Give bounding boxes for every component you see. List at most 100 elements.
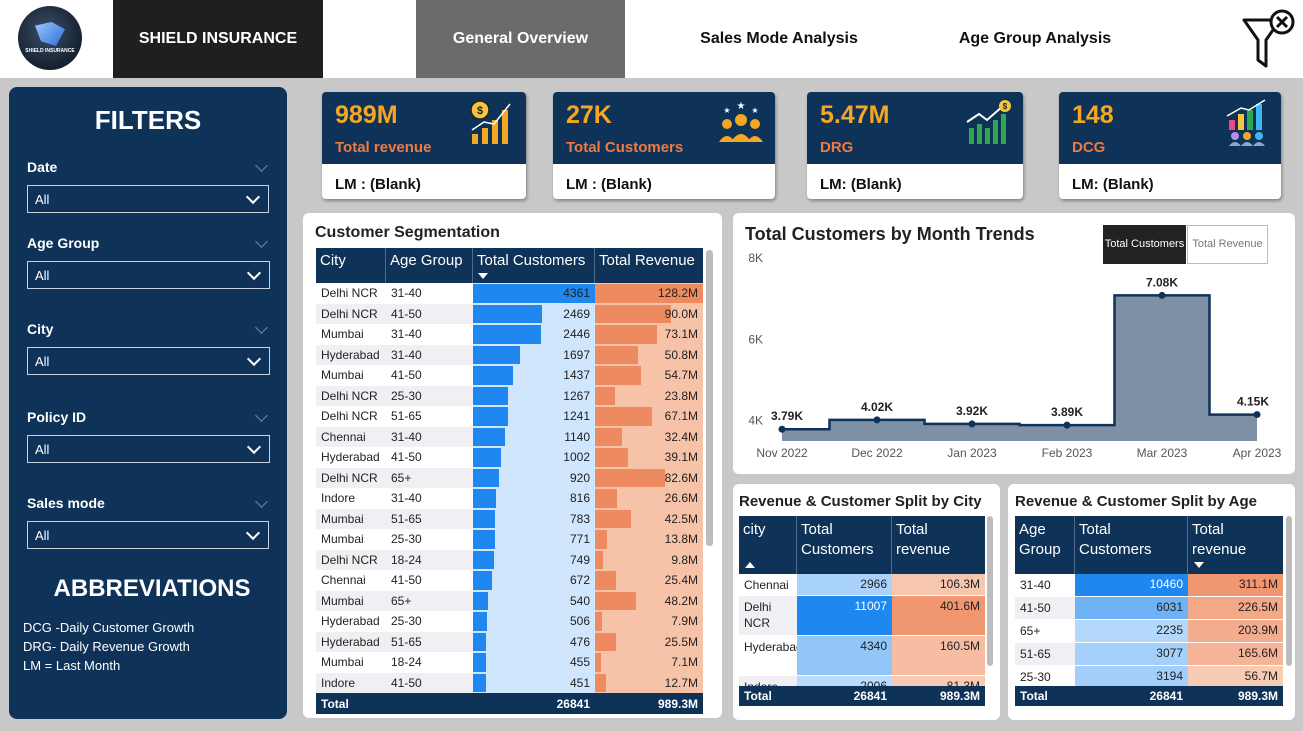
table-row[interactable]: Indore 2006 81.3M <box>739 676 985 686</box>
table-row[interactable]: Indore 31-40 816 26.6M <box>316 488 703 509</box>
table-row[interactable]: Hyderabad 51-65 476 25.5M <box>316 631 703 652</box>
cell-age: 65+ <box>1020 624 1041 638</box>
cell-total-revenue: 39.1M <box>595 447 703 468</box>
customers-bar <box>473 386 509 405</box>
cell-total-customers: 1267 <box>473 385 595 406</box>
col-total-customers[interactable]: Total Customers <box>797 516 892 574</box>
filter-date: Date All <box>27 159 270 213</box>
cell-age-group: 25-30 <box>391 388 422 403</box>
table-row[interactable]: Mumbai 31-40 2446 73.1M <box>316 324 703 345</box>
customers-value: 1697 <box>563 347 590 362</box>
table-row[interactable]: Hyderabad 31-40 1697 50.8M <box>316 344 703 365</box>
filter-clear-icon[interactable] <box>1240 8 1300 72</box>
table-row[interactable]: 41-50 6031 226.5M <box>1015 597 1283 620</box>
cell-total-customers: 749 <box>473 549 595 570</box>
cell-total-customers: 4361 <box>473 283 595 304</box>
col-total-customers[interactable]: Total Customers <box>473 248 595 283</box>
filter-policy-id-label: Policy ID <box>27 409 87 425</box>
filter-policy-id-dropdown[interactable]: All <box>27 435 270 463</box>
table-row[interactable]: Mumbai 25-30 771 13.8M <box>316 529 703 550</box>
table-row[interactable]: Hyderabad 41-50 1002 39.1M <box>316 447 703 468</box>
col-total-customers[interactable]: Total Customers <box>1075 516 1188 574</box>
x-tick-label: Dec 2022 <box>851 446 903 460</box>
age-split-scrollbar[interactable] <box>1286 516 1292 666</box>
tab-age-group-analysis[interactable]: Age Group Analysis <box>930 0 1140 78</box>
col-age-group[interactable]: Age Group <box>1015 516 1075 574</box>
x-tick-label: Apr 2023 <box>1233 446 1282 460</box>
kpi-value: 27K <box>566 101 612 129</box>
table-row[interactable]: Delhi NCR 65+ 920 82.6M <box>316 467 703 488</box>
data-point[interactable] <box>1253 411 1261 419</box>
data-point[interactable] <box>1063 421 1071 429</box>
table-row[interactable]: Delhi NCR 31-40 4361 128.2M <box>316 283 703 304</box>
data-point[interactable] <box>873 416 881 424</box>
table-row[interactable]: Mumbai 18-24 455 7.1M <box>316 652 703 673</box>
customers-bar <box>473 673 486 692</box>
table-row[interactable]: Delhi NCR 11007 401.6M <box>739 596 985 636</box>
table-row[interactable]: Chennai 2966 106.3M <box>739 574 985 596</box>
segmentation-table: City Age Group Total Customers Total Rev… <box>316 248 703 714</box>
data-point[interactable] <box>968 420 976 428</box>
cell-total-customers: 771 <box>473 529 595 550</box>
filter-sales-mode-dropdown[interactable]: All <box>27 521 269 549</box>
col-total-revenue[interactable]: Total revenue <box>892 516 985 574</box>
chevron-down-icon <box>246 351 262 367</box>
col-total-revenue[interactable]: Total revenue <box>1188 516 1283 574</box>
table-row[interactable]: Hyderabad 25-30 506 7.9M <box>316 611 703 632</box>
collapse-chevron-icon[interactable] <box>255 495 268 508</box>
revenue-bar <box>595 407 652 426</box>
city-split-scrollbar[interactable] <box>987 516 993 666</box>
revenue-value: 50.8M <box>664 347 698 362</box>
table-row[interactable]: 65+ 2235 203.9M <box>1015 620 1283 643</box>
customers-value: 540 <box>569 593 590 608</box>
collapse-chevron-icon[interactable] <box>255 321 268 334</box>
customers-value: 4340 <box>860 639 887 653</box>
collapse-chevron-icon[interactable] <box>255 159 268 172</box>
collapse-chevron-icon[interactable] <box>255 235 268 248</box>
col-city[interactable]: city <box>739 516 797 574</box>
table-row[interactable]: Chennai 41-50 672 25.4M <box>316 570 703 591</box>
table-row[interactable]: 25-30 3194 56.7M <box>1015 666 1283 686</box>
table-row[interactable]: 51-65 3077 165.6M <box>1015 643 1283 666</box>
segmentation-scrollbar[interactable] <box>706 250 713 546</box>
tab-sales-mode-analysis[interactable]: Sales Mode Analysis <box>665 0 893 78</box>
table-row[interactable]: Mumbai 51-65 783 42.5M <box>316 508 703 529</box>
table-row[interactable]: Indore 41-50 451 12.7M <box>316 672 703 693</box>
cell-total-revenue: 9.8M <box>595 549 703 570</box>
table-row[interactable]: Delhi NCR 51-65 1241 67.1M <box>316 406 703 427</box>
data-point[interactable] <box>778 425 786 433</box>
data-label: 4.02K <box>861 400 893 414</box>
city-split-title: Revenue & Customer Split by City <box>739 493 982 510</box>
customers-value: 476 <box>569 634 590 649</box>
revenue-bar <box>595 448 628 467</box>
cell-age-group: 31-40 <box>391 327 422 342</box>
table-row[interactable]: Mumbai 65+ 540 48.2M <box>316 590 703 611</box>
table-row[interactable]: Chennai 31-40 1140 32.4M <box>316 426 703 447</box>
table-row[interactable]: Mumbai 41-50 1437 54.7M <box>316 365 703 386</box>
collapse-chevron-icon[interactable] <box>255 409 268 422</box>
tab-general-overview[interactable]: General Overview <box>416 0 625 78</box>
filter-city-dropdown[interactable]: All <box>27 347 270 375</box>
table-row[interactable]: Delhi NCR 41-50 2469 90.0M <box>316 303 703 324</box>
customers-value: 920 <box>569 470 590 485</box>
revenue-value: 32.4M <box>664 429 698 444</box>
col-total-revenue[interactable]: Total Revenue <box>595 248 703 283</box>
col-city[interactable]: City <box>316 248 386 283</box>
total-revenue: 989.3M <box>657 696 698 711</box>
kpi-value: 989M <box>335 101 398 129</box>
customers-bar <box>473 366 514 385</box>
table-row[interactable]: Hyderabad 4340 160.5M <box>739 636 985 676</box>
table-row[interactable]: Delhi NCR 18-24 749 9.8M <box>316 549 703 570</box>
total-customers: 26841 <box>1149 689 1183 703</box>
table-row[interactable]: Delhi NCR 25-30 1267 23.8M <box>316 385 703 406</box>
col-age-group[interactable]: Age Group <box>386 248 473 283</box>
filter-date-dropdown[interactable]: All <box>27 185 269 213</box>
customers-value: 2446 <box>563 327 590 342</box>
city-split-table: city Total Customers Total revenue Chenn… <box>739 516 985 706</box>
revenue-bar <box>595 366 642 385</box>
cell-age-group: 51-65 <box>391 634 422 649</box>
filter-age-group-dropdown[interactable]: All <box>27 261 270 289</box>
table-row[interactable]: 31-40 10460 311.1M <box>1015 574 1283 597</box>
abbreviations-title: ABBREVIATIONS <box>53 575 251 602</box>
data-point[interactable] <box>1158 291 1166 299</box>
